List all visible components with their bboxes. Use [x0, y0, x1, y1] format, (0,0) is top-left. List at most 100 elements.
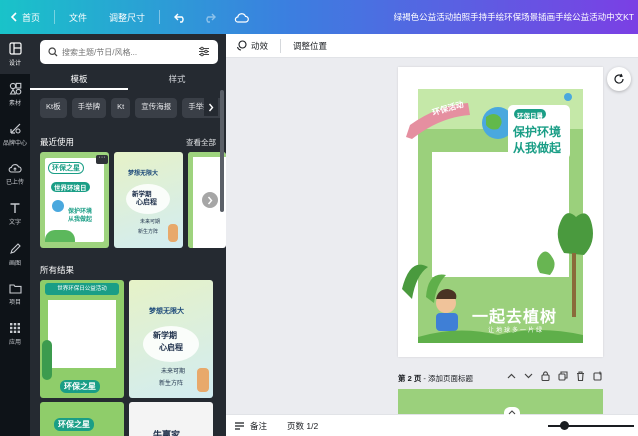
thumb-title: 环保之星	[48, 162, 84, 174]
file-menu-button[interactable]: 文件	[69, 11, 87, 24]
thumb-line: 未来可期	[161, 369, 186, 375]
chevron-right-icon	[208, 103, 214, 111]
home-label: 首页	[22, 12, 41, 23]
home-button[interactable]: 首页	[10, 11, 40, 24]
search-box[interactable]	[40, 40, 218, 64]
regenerate-button[interactable]	[607, 67, 631, 91]
trash-icon[interactable]	[576, 371, 585, 381]
page-2-header: 第 2 页 - 添加页面标题	[398, 371, 603, 385]
chevron-up-icon	[508, 409, 516, 414]
tab-templates[interactable]: 模板	[30, 70, 128, 90]
design-sub-slogan[interactable]: 让地球多一片绿	[488, 325, 544, 334]
thumb-line: 未来可期	[140, 219, 161, 225]
resize-button[interactable]: 调整尺寸	[109, 11, 145, 24]
tab-styles[interactable]: 样式	[128, 70, 226, 90]
rail-item-draw[interactable]: 画图	[0, 234, 30, 274]
design-headline[interactable]: 从我做起	[513, 139, 561, 156]
thumb-line: 心启程	[159, 343, 183, 352]
template-thumbnail[interactable]: 梦想无限大 新学期 心启程 未来可期 新生方阵	[129, 280, 213, 398]
brand-icon	[9, 123, 21, 134]
recent-section-title: 最近使用	[40, 137, 75, 147]
redo-button[interactable]	[203, 12, 220, 23]
page-count-button[interactable]: 页数 1/2	[287, 420, 318, 432]
grass-illustration	[45, 230, 75, 242]
thumb-title: 梦想无限大	[128, 171, 159, 177]
rail-item-uploads[interactable]: 已上传	[0, 154, 30, 194]
thumb-line: 新生方阵	[159, 381, 184, 387]
photo-frame	[48, 300, 116, 368]
page-2-label[interactable]: 第 2 页 - 添加页面标题	[398, 373, 473, 384]
leaf-illustration	[42, 340, 52, 380]
chip[interactable]: 手举牌	[71, 98, 107, 118]
template-thumbnail[interactable]: 环保之星	[40, 402, 124, 436]
filter-icon[interactable]	[198, 46, 210, 57]
design-slogan[interactable]: 一起去植树	[472, 303, 557, 327]
template-thumbnail[interactable]: 梦想无限大 新学期 心启程 未来可期 新生方阵	[114, 152, 183, 248]
editor-toolbar: 动效 调整位置	[226, 34, 638, 58]
chevron-down-icon[interactable]	[524, 373, 533, 379]
folder-icon	[8, 283, 22, 294]
cloud-save-button[interactable]	[234, 12, 253, 23]
rail-label: 设计	[8, 60, 21, 67]
chips-next-button[interactable]	[204, 98, 218, 116]
top-bar: 首页 文件 调整尺寸 绿褐色公益活动拍照手持手绘环保场景插画手绘公益活动中文KT	[0, 0, 638, 34]
lock-icon[interactable]	[541, 371, 550, 381]
animate-icon	[236, 40, 247, 51]
rail-item-elements[interactable]: 素材	[0, 74, 30, 114]
duplicate-icon[interactable]	[558, 371, 568, 381]
undo-button[interactable]	[174, 12, 191, 23]
panel-scrollbar[interactable]	[220, 90, 224, 212]
divider	[280, 38, 282, 53]
animate-button[interactable]: 动效	[236, 40, 268, 52]
more-options-icon[interactable]: ···	[96, 154, 108, 164]
thumb-subtitle: 世界环境日	[51, 182, 90, 192]
cloud-icon	[234, 12, 249, 23]
redo-icon	[206, 13, 217, 23]
design-page[interactable]: 环保活动 环保日暑 保护环境 从我做起 一起去植树 让地球多一片绿	[398, 67, 603, 357]
search-input[interactable]	[62, 47, 182, 57]
thumb-line: 心启程	[136, 199, 157, 206]
rail-item-brand[interactable]: 品牌中心	[0, 114, 30, 154]
chevron-right-icon	[207, 196, 213, 204]
carousel-next-button[interactable]	[202, 192, 218, 208]
divider	[54, 10, 56, 24]
template-thumbnail[interactable]: 牛赢家	[129, 402, 213, 436]
rail-item-text[interactable]: 文字	[0, 194, 30, 234]
design-headline[interactable]: 保护环境	[513, 123, 561, 140]
chevron-up-icon[interactable]	[507, 373, 516, 379]
position-button[interactable]: 调整位置	[293, 40, 327, 52]
template-thumbnail[interactable]: 环保之星 世界环境日 保护环境 从我做起 ···	[40, 152, 109, 248]
resize-label: 调整尺寸	[109, 12, 146, 23]
rail-label: 已上传	[5, 180, 24, 186]
all-results-title: 所有结果	[40, 265, 75, 275]
page-number: 第 2 页	[398, 373, 422, 383]
design-page-2[interactable]	[398, 389, 603, 414]
notes-button[interactable]: 备注	[234, 420, 267, 432]
page-count-label: 页数 1/2	[287, 420, 319, 431]
chip[interactable]: 宣传海报	[135, 98, 178, 118]
rail-item-apps[interactable]: 应用	[0, 314, 30, 354]
rail-item-projects[interactable]: 项目	[0, 274, 30, 314]
thumb-line: 从我做起	[67, 214, 94, 223]
refresh-icon	[614, 73, 624, 84]
rail-label: 文字	[8, 220, 21, 226]
notes-label: 备注	[250, 420, 268, 431]
draw-icon	[9, 242, 21, 254]
zoom-slider-handle[interactable]	[560, 421, 569, 430]
apps-icon	[10, 323, 20, 333]
rail-item-design[interactable]: 设计	[0, 34, 30, 74]
person-illustration	[168, 224, 178, 242]
expand-pages-button[interactable]	[504, 407, 520, 417]
template-thumbnail[interactable]: 世界环保日公益活动 环保之星	[40, 280, 124, 398]
document-title[interactable]: 绿褐色公益活动拍照手持手绘环保场景插画手绘公益活动中文KT	[394, 11, 634, 23]
chip[interactable]: Kt板	[40, 98, 67, 118]
rail-label: 项目	[8, 299, 21, 306]
see-all-link[interactable]: 查看全部	[186, 137, 216, 148]
page-tools	[507, 371, 603, 381]
chevron-left-icon	[10, 12, 17, 22]
design-badge-text[interactable]: 环保日暑	[517, 110, 543, 120]
add-page-icon[interactable]	[593, 371, 603, 381]
text-icon	[10, 203, 20, 213]
thumb-line: 新生方阵	[138, 229, 159, 235]
chip[interactable]: Kt	[111, 98, 131, 118]
